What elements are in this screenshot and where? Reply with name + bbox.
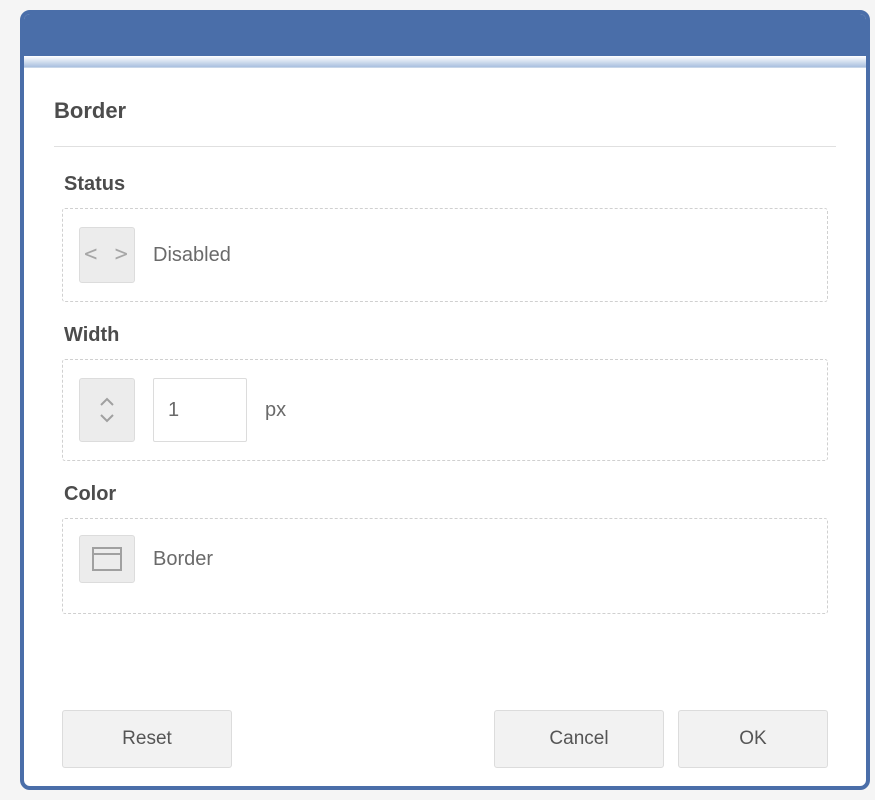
status-toggle-button[interactable]: < > [79,227,135,283]
dialog-content: Border Status < > Disabled Width [24,68,866,614]
dialog-window: Border Status < > Disabled Width [20,10,870,790]
cancel-button[interactable]: Cancel [494,710,664,768]
status-value: Disabled [153,244,231,267]
dialog-title: Border [54,98,836,124]
color-value: Border [153,548,213,571]
status-box: < > Disabled [62,208,828,302]
width-label: Width [64,324,828,347]
width-section: Width px [54,324,836,461]
chevron-down-icon [99,413,115,423]
width-stepper[interactable] [79,378,135,442]
color-picker-button[interactable] [79,535,135,583]
chevron-up-icon [99,397,115,407]
width-input[interactable] [153,378,247,442]
titlebar-gradient [24,56,866,68]
status-section: Status < > Disabled [54,173,836,302]
rectangle-icon [92,547,122,571]
status-label: Status [64,173,828,196]
code-icon: < > [84,244,130,266]
reset-button[interactable]: Reset [62,710,232,768]
width-box: px [62,359,828,461]
ok-button[interactable]: OK [678,710,828,768]
color-section: Color Border [54,483,836,614]
divider [54,146,836,147]
color-box: Border [62,518,828,614]
dialog-footer: Reset Cancel OK [24,710,866,768]
width-unit: px [265,399,286,422]
titlebar [24,14,866,56]
color-label: Color [64,483,828,506]
